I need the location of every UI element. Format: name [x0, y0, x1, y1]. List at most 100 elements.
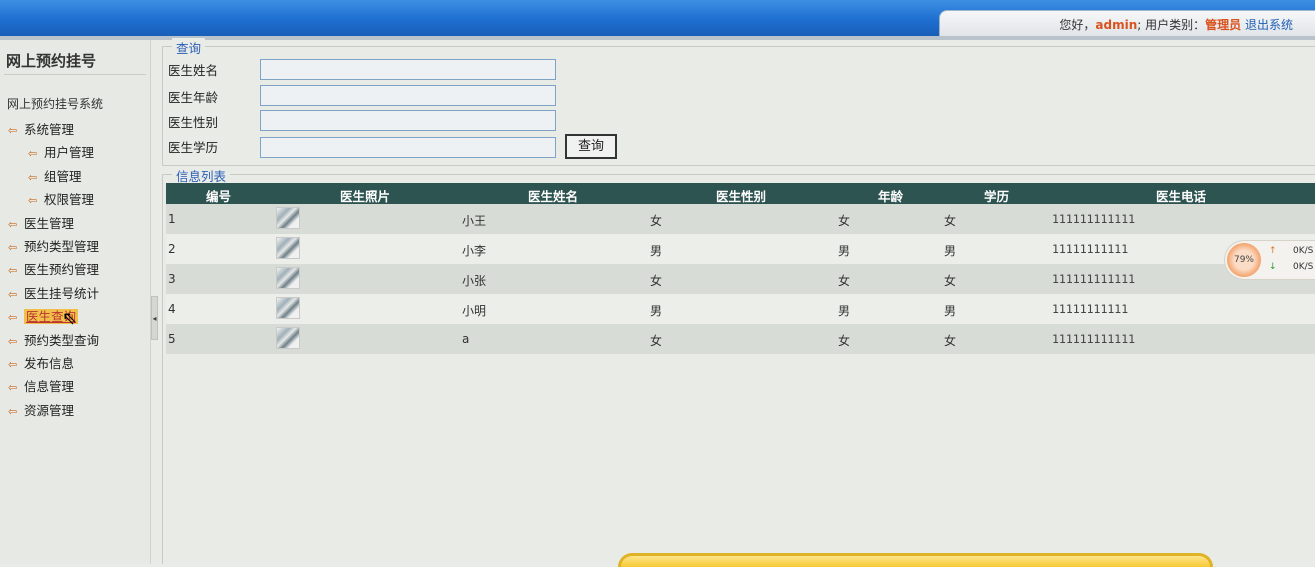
sidebar-item-11[interactable]: ⇦ 信息管理 [0, 375, 150, 398]
separator-text: ; [1137, 18, 1146, 32]
doctor-photo-thumbnail [276, 297, 300, 319]
doctor-gender-input[interactable] [260, 110, 556, 131]
sidebar-item-0[interactable]: ⇦ 系统管理 [0, 118, 150, 141]
user-role: 管理员 [1205, 18, 1242, 32]
sidebar-item-label: 预约类型管理 [24, 238, 100, 254]
cell-name: 小明 [462, 304, 487, 318]
sidebar-item-3[interactable]: ⇦ 权限管理 [0, 188, 150, 211]
sidebar-item-label: 医生挂号统计 [24, 285, 100, 301]
table-row[interactable]: 2 小李 男 男 男 11111111111 [166, 234, 1315, 264]
sidebar-item-9[interactable]: ⇦ 预约类型查询 [0, 329, 150, 352]
sidebar-item-label: 系统管理 [24, 122, 75, 137]
mouse-cursor-icon: ⇖ [62, 308, 78, 329]
table-header: 编号 医生照片 医生姓名 医生性别 年龄 学历 医生电话 [166, 183, 1315, 204]
col-header-name: 医生姓名 [528, 189, 579, 204]
doctor-age-input[interactable] [260, 85, 556, 106]
cell-age: 男 [838, 304, 851, 318]
cell-gender: 女 [650, 334, 663, 348]
network-speed-widget[interactable]: 79% ↑ 0K/S ↓ 0K/S [1224, 240, 1315, 280]
sidebar-item-label: 医生预约管理 [24, 262, 100, 278]
cell-gender: 男 [650, 304, 663, 318]
sidebar-item-10[interactable]: ⇦ 发布信息 [0, 352, 150, 375]
cell-gender: 男 [650, 244, 663, 258]
cell-phone: 111111111111 [1052, 272, 1136, 286]
cell-id: 1 [168, 212, 176, 226]
sidebar-menu: ⇦ 系统管理 ⇦ 用户管理 ⇦ 组管理 ⇦ 权限管理 ⇦ 医生管理 ⇦ 预约类型管理 ⇦ 医生预约管理 ⇦ 医… [0, 118, 150, 422]
bottom-popup-bar [618, 553, 1213, 567]
upload-arrow-icon: ↑ [1269, 246, 1277, 256]
doctor-age-label: 医生年龄 [168, 90, 219, 105]
sidebar-collapse-handle[interactable]: ◂ [151, 296, 158, 340]
col-header-phone: 医生电话 [1156, 189, 1207, 204]
menu-arrow-icon: ⇦ [8, 357, 18, 371]
menu-arrow-icon: ⇦ [8, 404, 18, 418]
sidebar-item-4[interactable]: ⇦ 医生管理 [0, 212, 150, 235]
doctor-name-label: 医生姓名 [168, 63, 219, 78]
col-header-age: 年龄 [878, 189, 904, 204]
cell-edu: 女 [944, 274, 957, 288]
doctor-name-input[interactable] [260, 59, 556, 80]
sidebar-item-label: 发布信息 [24, 355, 75, 371]
menu-arrow-icon: ⇦ [28, 194, 38, 208]
sidebar-item-label: 权限管理 [44, 192, 95, 208]
col-header-photo: 医生照片 [340, 189, 391, 204]
download-speed: ↓ 0K/S [1269, 262, 1314, 272]
sidebar: 网上预约挂号 网上预约挂号系统 ⇦ 系统管理 ⇦ 用户管理 ⇦ 组管理 ⇦ 权限管理 ⇦ 医生管理… [0, 40, 151, 564]
cell-age: 女 [838, 214, 851, 228]
table-row[interactable]: 4 小明 男 男 男 11111111111 [166, 294, 1315, 324]
sidebar-item-label: 资源管理 [24, 402, 75, 418]
cell-edu: 女 [944, 214, 957, 228]
query-button[interactable]: 查询 [565, 134, 617, 159]
cell-name: 小王 [462, 214, 487, 228]
menu-arrow-icon: ⇦ [8, 381, 18, 395]
menu-arrow-icon: ⇦ [8, 264, 18, 278]
doctor-photo-thumbnail [276, 237, 300, 259]
doctor-education-label: 医生学历 [168, 140, 219, 155]
cell-gender: 女 [650, 274, 663, 288]
col-header-gender: 医生性别 [716, 189, 767, 204]
cell-phone: 11111111111 [1052, 242, 1129, 256]
cell-id: 4 [168, 302, 176, 316]
usage-gauge: 79% [1227, 243, 1261, 277]
sidebar-item-7[interactable]: ⇦ 医生挂号统计 [0, 282, 150, 305]
table-row[interactable]: 1 小王 女 女 女 111111111111 [166, 204, 1315, 234]
doctor-education-input[interactable] [260, 137, 556, 158]
menu-arrow-icon: ⇦ [8, 311, 18, 325]
sidebar-item-6[interactable]: ⇦ 医生预约管理 [0, 258, 150, 281]
table-row[interactable]: 5 a 女 女 女 111111111111 [166, 324, 1315, 354]
sidebar-item-5[interactable]: ⇦ 预约类型管理 [0, 235, 150, 258]
username: admin [1095, 18, 1138, 32]
cell-edu: 男 [944, 304, 957, 318]
doctor-photo-thumbnail [276, 207, 300, 229]
sidebar-subtitle: 网上预约挂号系统 [7, 97, 104, 111]
menu-arrow-icon: ⇦ [28, 170, 38, 184]
download-arrow-icon: ↓ [1269, 262, 1277, 272]
menu-arrow-icon: ⇦ [28, 147, 38, 161]
logout-link[interactable]: 退出系统 [1245, 18, 1293, 32]
cell-id: 2 [168, 242, 176, 256]
cell-id: 3 [168, 272, 176, 286]
sidebar-title: 网上预约挂号 [6, 52, 97, 70]
cell-age: 女 [838, 334, 851, 348]
cell-phone: 111111111111 [1052, 212, 1136, 226]
col-header-education: 学历 [984, 189, 1010, 204]
role-label: 用户类别： [1145, 18, 1206, 32]
menu-arrow-icon: ⇦ [8, 287, 18, 301]
table-body: 1 小王女女女 111111111111 2 小李男男男 11111111111 3 小张女女… [166, 204, 1315, 354]
table-row[interactable]: 3 小张 女 女 女 111111111111 [166, 264, 1315, 294]
col-header-id: 编号 [206, 189, 232, 204]
menu-arrow-icon: ⇦ [8, 334, 18, 348]
sidebar-divider [4, 74, 146, 75]
sidebar-item-2[interactable]: ⇦ 组管理 [0, 165, 150, 188]
sidebar-item-1[interactable]: ⇦ 用户管理 [0, 141, 150, 164]
sidebar-item-label: 用户管理 [44, 145, 95, 161]
query-legend: 查询 [172, 38, 206, 57]
sidebar-item-12[interactable]: ⇦ 资源管理 [0, 399, 150, 422]
cell-name: 小张 [462, 274, 487, 288]
doctor-gender-label: 医生性别 [168, 115, 219, 130]
user-info-bar: 您好，admin; 用户类别：管理员 退出系统 [939, 10, 1315, 38]
sidebar-item-label: 预约类型查询 [24, 332, 100, 348]
sidebar-item-label: 组管理 [44, 168, 82, 184]
doctor-photo-thumbnail [276, 327, 300, 349]
cell-age: 男 [838, 244, 851, 258]
